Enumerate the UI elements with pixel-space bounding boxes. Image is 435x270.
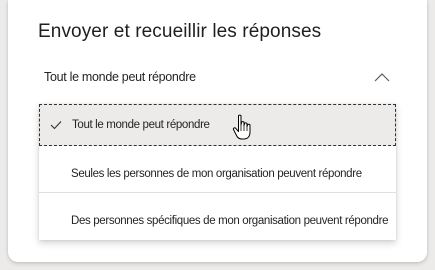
option-organization-only[interactable]: Seules les personnes de mon organisation… [39, 146, 396, 193]
option-everyone[interactable]: Tout le monde peut répondre [39, 104, 396, 146]
section-title: Envoyer et recueillir les réponses [38, 21, 322, 42]
response-permission-select[interactable]: Tout le monde peut répondre [44, 70, 196, 84]
option-label: Des personnes spécifiques de mon organis… [71, 215, 389, 227]
option-specific-people[interactable]: Des personnes spécifiques de mon organis… [39, 193, 396, 240]
hand-pointer-cursor-icon [232, 114, 251, 140]
chevron-up-icon[interactable] [374, 73, 390, 82]
response-permission-listbox: Tout le monde peut répondre Seules les p… [39, 104, 396, 240]
selected-value: Tout le monde peut répondre [44, 70, 196, 84]
option-label: Tout le monde peut répondre [72, 119, 210, 131]
option-label: Seules les personnes de mon organisation… [71, 168, 362, 180]
checkmark-icon [50, 121, 62, 130]
response-settings-panel: Envoyer et recueillir les réponses Tout … [8, 0, 427, 262]
